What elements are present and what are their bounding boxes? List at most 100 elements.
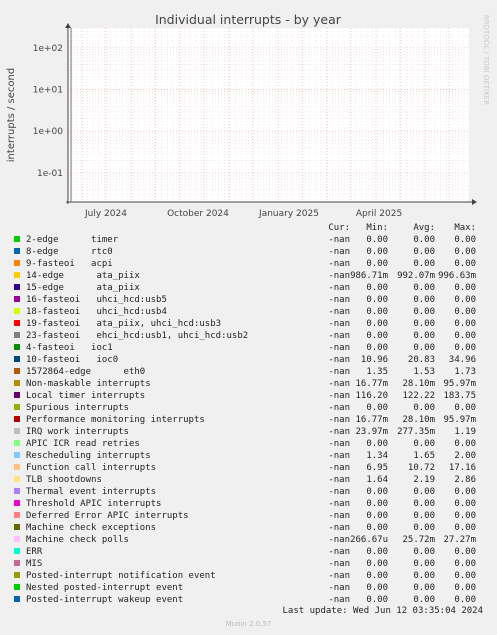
series-name: 9-fasteoi acpi	[26, 259, 113, 269]
value-max: 0.00	[454, 283, 476, 293]
series-name: 18-fasteoi uhci_hcd:usb4	[26, 307, 167, 317]
series-name: TLB shootdowns	[26, 475, 102, 485]
legend-row: IRQ work interrupts -nan 23.97m 277.35m 1.19	[14, 426, 494, 438]
value-max: 27.27m	[443, 535, 476, 545]
x-tick-label: October 2024	[167, 209, 229, 219]
legend-row: TLB shootdowns -nan 1.64 2.19 2.86	[14, 474, 494, 486]
value-max: 0.00	[454, 487, 476, 497]
legend-swatch	[14, 488, 20, 494]
series-name: Spurious interrupts	[26, 403, 129, 413]
legend-swatch	[14, 548, 20, 554]
legend-swatch	[14, 500, 20, 506]
legend-swatch	[14, 476, 20, 482]
legend-row: Function call interrupts -nan 6.95 10.72 17.…	[14, 462, 494, 474]
legend-row: 8-edge rtc0 -nan 0.00 0.00 0.00	[14, 246, 494, 258]
y-tick-label: 1e+00	[33, 127, 64, 137]
value-max: 183.75	[443, 391, 476, 401]
legend: Cur: Min: Avg: Max: 2-edge timer -nan 0.00…	[14, 222, 494, 606]
series-name: Local timer interrupts	[26, 391, 146, 401]
x-axis-arrow	[472, 199, 477, 205]
series-name: IRQ work interrupts	[26, 427, 129, 437]
legend-row: Spurious interrupts -nan 0.00 0.00 0.00	[14, 402, 494, 414]
watermark: RRDTOOL / TOBI OETIKER	[482, 15, 490, 105]
legend-row: Local timer interrupts -nan 116.20 122.22 18…	[14, 390, 494, 402]
value-max: 0.00	[454, 547, 476, 557]
header-max: Max:	[454, 223, 476, 233]
legend-swatch	[14, 248, 20, 254]
legend-swatch	[14, 440, 20, 446]
legend-swatch	[14, 416, 20, 422]
series-name: Machine check polls	[26, 535, 129, 545]
value-max: 0.00	[454, 439, 476, 449]
legend-swatch	[14, 236, 20, 242]
legend-row: 9-fasteoi acpi -nan 0.00 0.00 0.00	[14, 258, 494, 270]
value-max: 1.73	[454, 367, 476, 377]
legend-row: Performance monitoring interrupts -nan 16.…	[14, 414, 494, 426]
legend-row: 10-fasteoi ioc0 -nan 10.96 20.83 34.96	[14, 354, 494, 366]
y-axis-label: interrupts / second	[6, 68, 17, 162]
series-name: 2-edge timer	[26, 235, 119, 245]
value-max: 0.00	[454, 583, 476, 593]
legend-row: Posted-interrupt notification event -nan 0…	[14, 570, 494, 582]
legend-swatch	[14, 512, 20, 518]
y-tick-label: 1e-01	[37, 169, 63, 179]
chart-area: Individual interrupts - by year interrup…	[6, 12, 490, 219]
value-max: 0.00	[454, 571, 476, 581]
legend-row: Machine check exceptions -nan 0.00 0.00 0.00	[14, 522, 494, 534]
series-name: 4-fasteoi ioc1	[26, 343, 113, 353]
legend-row: 1572864-edge eth0 -nan 1.35 1.53 1.73	[14, 366, 494, 378]
series-name: 16-fasteoi uhci_hcd:usb5	[26, 295, 167, 305]
footer-version: Munin 2.0.57	[225, 620, 272, 628]
legend-row: Rescheduling interrupts -nan 1.34 1.65 2.00	[14, 450, 494, 462]
legend-row: 23-fasteoi ehci_hcd:usb1, uhci_hcd:usb2-…	[14, 330, 494, 342]
series-name: Machine check exceptions	[26, 523, 157, 533]
value-max: 2.00	[454, 451, 476, 461]
legend-row: ERR -nan 0.00 0.00 0.00	[14, 546, 494, 558]
series-name: Nested posted-interrupt event	[26, 583, 184, 593]
legend-swatch	[14, 296, 20, 302]
legend-swatch	[14, 560, 20, 566]
series-name: Threshold APIC interrupts	[26, 499, 162, 509]
legend-swatch	[14, 572, 20, 578]
legend-row: Non-maskable interrupts -nan 16.77m 28.10m 9…	[14, 378, 494, 390]
value-max: 17.16	[448, 463, 476, 473]
legend-row: Posted-interrupt wakeup event -nan 0.00 0.0…	[14, 594, 494, 606]
series-name: Posted-interrupt notification event	[26, 571, 216, 581]
legend-swatch	[14, 536, 20, 542]
value-max: 2.86	[454, 475, 476, 485]
value-max: 34.96	[448, 355, 476, 365]
series-name: Deferred Error APIC interrupts	[26, 511, 189, 521]
x-tick-label: April 2025	[356, 209, 402, 219]
legend-swatch	[14, 368, 20, 374]
legend-swatch	[14, 428, 20, 434]
legend-swatch	[14, 260, 20, 266]
series-name: Function call interrupts	[26, 463, 157, 473]
x-tick-label: July 2024	[84, 209, 127, 219]
legend-header: Cur: Min: Avg: Max:	[14, 222, 494, 234]
legend-row: 19-fasteoi ata_piix, uhci_hcd:usb3 -nan 0.…	[14, 318, 494, 330]
legend-swatch	[14, 332, 20, 338]
y-axis-arrow	[65, 23, 71, 28]
value-max: 0.00	[454, 523, 476, 533]
series-name: ERR	[26, 547, 43, 557]
legend-row: Nested posted-interrupt event -nan 0.00 0.0…	[14, 582, 494, 594]
legend-swatch	[14, 272, 20, 278]
legend-swatch	[14, 596, 20, 602]
value-max: 0.00	[454, 247, 476, 257]
series-name: 23-fasteoi ehci_hcd:usb1, uhci_hcd:usb2	[26, 331, 249, 341]
series-name: 10-fasteoi ioc0	[26, 355, 119, 365]
legend-swatch	[14, 392, 20, 398]
legend-swatch	[14, 308, 20, 314]
series-name: 8-edge rtc0	[26, 247, 113, 257]
legend-row: 14-edge ata_piix -nan 986.71m 992.07m 996.63…	[14, 270, 494, 282]
value-max: 95.97m	[443, 379, 476, 389]
value-max: 0.00	[454, 499, 476, 509]
value-max: 0.00	[454, 331, 476, 341]
series-name: Performance monitoring interrupts	[26, 415, 205, 425]
series-name: Thermal event interrupts	[26, 487, 157, 497]
last-update: Last update: Wed Jun 12 03:35:04 2024	[282, 606, 483, 616]
series-name: APIC ICR read retries	[26, 439, 140, 449]
legend-row: 16-fasteoi uhci_hcd:usb5 -nan 0.00 0.00 0.00	[14, 294, 494, 306]
legend-swatch	[14, 380, 20, 386]
series-name: Rescheduling interrupts	[26, 451, 151, 461]
